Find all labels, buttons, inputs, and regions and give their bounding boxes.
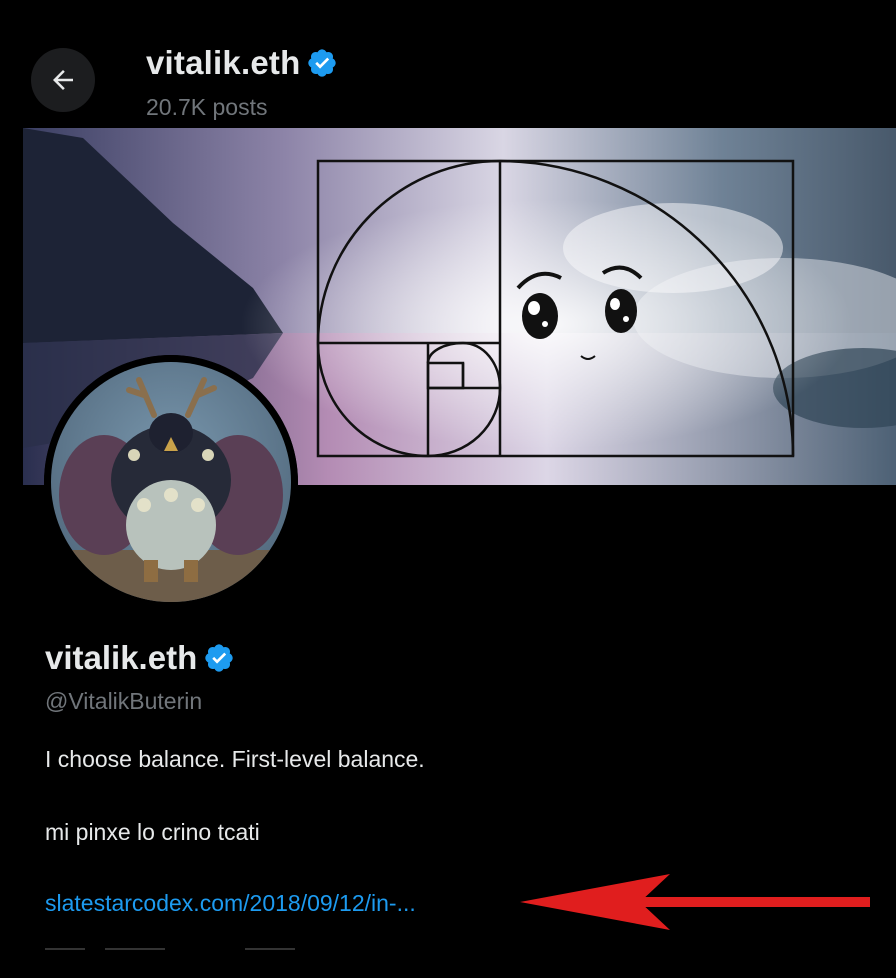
- post-count: 20.7K posts: [146, 94, 268, 120]
- header-name: vitalik.eth: [146, 44, 301, 81]
- cutoff-content: [45, 948, 295, 950]
- bio-line: mi pinxe lo crino tcati: [45, 819, 260, 845]
- profile-name: vitalik.eth: [45, 639, 198, 676]
- avatar[interactable]: [44, 355, 298, 609]
- back-button[interactable]: [31, 48, 95, 112]
- arrow-left-icon: [53, 70, 73, 90]
- bio-line: I choose balance. First-level balance.: [45, 746, 425, 772]
- profile-header: vitalik.eth 20.7K posts: [0, 0, 896, 128]
- profile-handle: @VitalikButerin: [45, 688, 203, 714]
- verified-badge-icon[interactable]: [203, 642, 235, 674]
- header-title-row: vitalik.eth: [146, 44, 338, 82]
- red-arrow-icon: [520, 874, 870, 930]
- verified-badge-icon: [308, 49, 337, 77]
- profile-name-row: vitalik.eth: [45, 639, 235, 677]
- profile-link[interactable]: slatestarcodex.com/2018/09/12/in-...: [45, 890, 416, 917]
- avatar-image: [44, 355, 298, 609]
